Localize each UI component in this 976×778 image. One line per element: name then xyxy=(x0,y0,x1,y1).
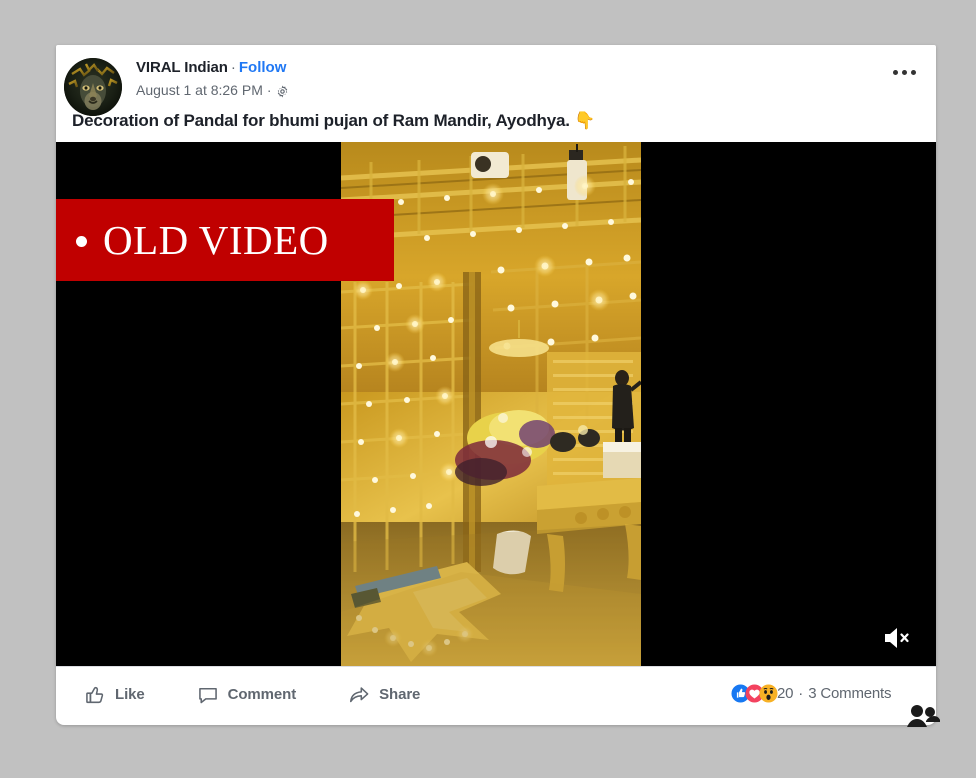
gear-glyph xyxy=(276,85,289,98)
comment-button-label: Comment xyxy=(228,686,296,703)
ellipsis-dot xyxy=(911,70,916,75)
share-button-label: Share xyxy=(379,686,420,703)
old-video-label: OLD VIDEO xyxy=(103,218,329,262)
author-row: VIRAL Indian·Follow xyxy=(136,58,289,78)
like-button-label: Like xyxy=(115,686,145,703)
facebook-post-card: VIRAL Indian·Follow August 1 at 8:26 PM … xyxy=(56,45,936,725)
screenshot-canvas: VIRAL Indian·Follow August 1 at 8:26 PM … xyxy=(0,0,976,778)
engagement-separator: · xyxy=(793,685,808,702)
people-icon[interactable] xyxy=(904,703,940,729)
video-mute-button[interactable] xyxy=(880,623,914,653)
avatar[interactable] xyxy=(64,58,122,116)
post-footer: Like Comment Share xyxy=(56,666,936,722)
speaker-muted-icon xyxy=(882,625,912,651)
post-action-bar: Like Comment Share xyxy=(78,667,466,722)
ellipsis-dot xyxy=(893,70,898,75)
ellipsis-dot xyxy=(902,70,907,75)
like-button[interactable]: Like xyxy=(78,680,151,710)
reaction-icons[interactable] xyxy=(731,684,773,703)
comment-bubble-outline-icon xyxy=(197,684,219,706)
post-message-text: Decoration of Pandal for bhumi pujan of … xyxy=(72,111,570,130)
post-header: VIRAL Indian·Follow August 1 at 8:26 PM … xyxy=(56,45,936,102)
post-more-options-button[interactable] xyxy=(886,57,922,87)
post-timestamp[interactable]: August 1 at 8:26 PM xyxy=(136,81,263,99)
thumbs-up-outline-icon xyxy=(84,684,106,706)
follow-button[interactable]: Follow xyxy=(239,59,287,76)
post-message: Decoration of Pandal for bhumi pujan of … xyxy=(56,102,936,142)
author-name[interactable]: VIRAL Indian xyxy=(136,59,228,76)
author-separator: · xyxy=(228,59,239,76)
reaction-count[interactable]: 20 xyxy=(777,685,793,702)
pointing-down-emoji: 👇 xyxy=(574,111,595,131)
wow-reaction-icon xyxy=(759,684,778,703)
comment-button[interactable]: Comment xyxy=(191,680,302,710)
post-author-block: VIRAL Indian·Follow August 1 at 8:26 PM … xyxy=(136,58,289,99)
people-glyph xyxy=(904,703,940,729)
share-button[interactable]: Share xyxy=(342,680,426,710)
comment-count[interactable]: 3 Comments xyxy=(808,685,891,702)
lion-avatar-icon xyxy=(64,58,122,116)
post-video[interactable]: OLD VIDEO xyxy=(56,142,936,666)
old-video-overlay-banner: OLD VIDEO xyxy=(56,199,394,281)
meta-separator: · xyxy=(263,81,276,99)
share-arrow-outline-icon xyxy=(348,684,370,706)
post-meta-row: August 1 at 8:26 PM · xyxy=(136,81,289,99)
gear-icon[interactable] xyxy=(276,85,289,98)
post-engagement-summary: 20 · 3 Comments xyxy=(731,684,936,703)
bullet-dot-icon xyxy=(76,236,87,247)
